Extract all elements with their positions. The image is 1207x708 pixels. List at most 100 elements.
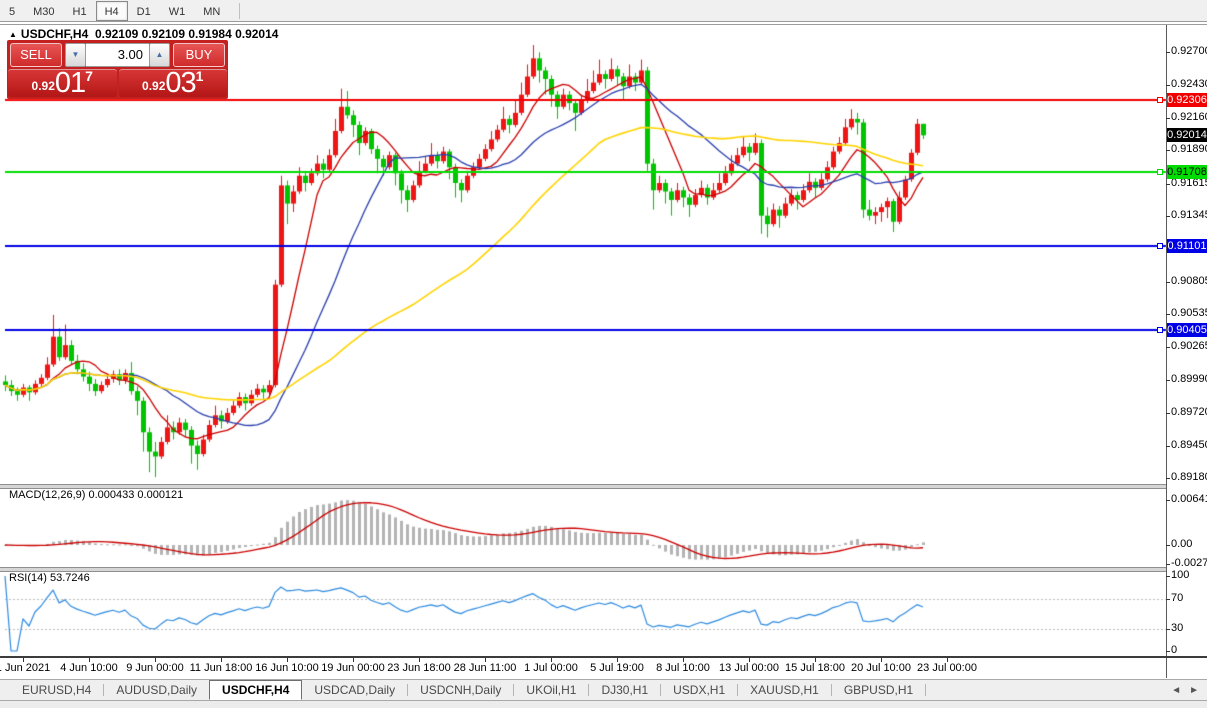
support-line-badge: 0.91708 <box>1167 165 1207 179</box>
price-tick-dash <box>1166 52 1170 53</box>
one-click-trade-panel: SELL ▼ 3.00 ▲ BUY 0.92017 0.92031 <box>7 40 228 99</box>
volume-decrease-button[interactable]: ▼ <box>65 43 86 67</box>
bottom-strip <box>0 701 1207 708</box>
date-label: 13 Jul 00:00 <box>719 662 779 674</box>
date-label: 5 Jul 19:00 <box>590 662 644 674</box>
symbol-label: USDCHF,H4 <box>21 27 88 41</box>
rsi-label: RSI(14) 53.7246 <box>9 572 90 584</box>
price-tick-label: 0.91345 <box>1171 209 1207 221</box>
volume-input[interactable]: 3.00 <box>86 43 149 67</box>
timeframe-button-5[interactable]: 5 <box>0 1 24 21</box>
price-tick-dash <box>1166 282 1170 283</box>
price-tick-dash <box>1166 85 1170 86</box>
date-label: 20 Jul 10:00 <box>851 662 911 674</box>
price-tick-dash <box>1166 150 1170 151</box>
price-tick-label: 0.90805 <box>1171 275 1207 287</box>
timeframe-button-h1[interactable]: H1 <box>64 1 96 21</box>
rsi-axis-tick: 100 <box>1171 569 1207 581</box>
price-tick-label: 0.90265 <box>1171 340 1207 352</box>
tab-ukoil-h1[interactable]: UKOil,H1 <box>514 680 588 700</box>
buy-price-quote[interactable]: 0.92031 <box>119 69 228 97</box>
tabs-scroll-right-icon[interactable]: ► <box>1189 685 1199 696</box>
chart-canvas[interactable] <box>0 0 1207 708</box>
date-label: 1 Jun 2021 <box>0 662 50 674</box>
price-tick-label: 0.89990 <box>1171 373 1207 385</box>
macd-tick-dash <box>1166 500 1170 501</box>
macd-tick-dash <box>1166 564 1170 565</box>
chart-symbol-header: ▲ USDCHF,H4 0.92109 0.92109 0.91984 0.920… <box>9 27 278 41</box>
toolbar-separator <box>239 3 240 19</box>
tab-usdcnh-daily[interactable]: USDCNH,Daily <box>408 680 513 700</box>
price-tick-dash <box>1166 314 1170 315</box>
tabs-scroll-left-icon[interactable]: ◄ <box>1171 685 1181 696</box>
price-axis-border <box>1166 25 1167 678</box>
macd-axis-tick: 0.00 <box>1171 538 1207 550</box>
rsi-tick-dash <box>1166 576 1170 577</box>
rsi-axis-tick: 30 <box>1171 622 1207 634</box>
date-label: 23 Jun 18:00 <box>387 662 451 674</box>
collapse-arrow-icon[interactable]: ▲ <box>9 30 17 39</box>
volume-increase-button[interactable]: ▲ <box>149 43 170 67</box>
macd-axis-tick: 0.006413 <box>1171 493 1207 505</box>
price-tick-dash <box>1166 380 1170 381</box>
date-label: 19 Jun 00:00 <box>321 662 385 674</box>
macd-axis-tick: -0.002728 <box>1171 557 1207 569</box>
buy-button[interactable]: BUY <box>173 43 225 67</box>
sell-price-prefix: 0.92 <box>32 79 55 93</box>
hline-edge-marker[interactable] <box>1157 327 1163 333</box>
price-tick-label: 0.89720 <box>1171 406 1207 418</box>
date-label: 9 Jun 00:00 <box>126 662 184 674</box>
chart-window-border <box>0 24 1207 25</box>
chart-tab-bar: EURUSD,H4AUDUSD,DailyUSDCHF,H4USDCAD,Dai… <box>0 679 1207 701</box>
rsi-tick-dash <box>1166 651 1170 652</box>
price-tick-dash <box>1166 478 1170 479</box>
timeframe-button-w1[interactable]: W1 <box>160 1 195 21</box>
timeframe-toolbar: 5M30H1H4D1W1MN <box>0 0 1207 22</box>
tab-dj30-h1[interactable]: DJ30,H1 <box>589 680 660 700</box>
tab-eurusd-h4[interactable]: EURUSD,H4 <box>10 680 103 700</box>
price-tick-dash <box>1166 347 1170 348</box>
rsi-tick-dash <box>1166 599 1170 600</box>
timeframe-button-m30[interactable]: M30 <box>24 1 63 21</box>
tab-xauusd-h1[interactable]: XAUUSD,H1 <box>738 680 831 700</box>
sell-button[interactable]: SELL <box>10 43 62 67</box>
macd-tick-dash <box>1166 545 1170 546</box>
pane-separator-rsi[interactable] <box>0 567 1166 572</box>
tab-audusd-daily[interactable]: AUDUSD,Daily <box>104 680 209 700</box>
hline-edge-marker[interactable] <box>1157 169 1163 175</box>
hline-edge-marker[interactable] <box>1157 243 1163 249</box>
date-label: 23 Jul 00:00 <box>917 662 977 674</box>
macd-label: MACD(12,26,9) 0.000433 0.000121 <box>9 489 183 501</box>
blue-line-badge-1: 0.91101 <box>1167 239 1207 253</box>
price-tick-dash <box>1166 413 1170 414</box>
buy-price-big: 03 <box>165 70 195 96</box>
tab-usdx-h1[interactable]: USDX,H1 <box>661 680 737 700</box>
sell-price-quote[interactable]: 0.92017 <box>8 69 117 97</box>
hline-edge-marker[interactable] <box>1157 97 1163 103</box>
timeframe-button-h4[interactable]: H4 <box>96 1 128 21</box>
date-label: 1 Jul 00:00 <box>524 662 578 674</box>
price-tick-label: 0.92430 <box>1171 78 1207 90</box>
tab-gbpusd-h1[interactable]: GBPUSD,H1 <box>832 680 925 700</box>
buy-price-pipette: 1 <box>196 68 204 84</box>
price-tick-label: 0.91890 <box>1171 143 1207 155</box>
price-tick-label: 0.92160 <box>1171 111 1207 123</box>
rsi-axis-tick: 0 <box>1171 644 1207 656</box>
date-label: 11 Jun 18:00 <box>190 662 253 674</box>
ohlc-values: 0.92109 0.92109 0.91984 0.92014 <box>95 27 279 41</box>
tab-usdcad-daily[interactable]: USDCAD,Daily <box>302 680 407 700</box>
date-label: 8 Jul 10:00 <box>656 662 710 674</box>
price-tick-label: 0.90535 <box>1171 307 1207 319</box>
price-tick-dash <box>1166 118 1170 119</box>
price-tick-dash <box>1166 216 1170 217</box>
date-label: 16 Jun 10:00 <box>255 662 319 674</box>
sell-price-pipette: 7 <box>85 68 93 84</box>
tab-usdchf-h4[interactable]: USDCHF,H4 <box>209 680 302 700</box>
price-tick-dash <box>1166 184 1170 185</box>
rsi-axis-tick: 70 <box>1171 592 1207 604</box>
tab-separator <box>925 684 926 696</box>
timeframe-button-mn[interactable]: MN <box>194 1 229 21</box>
date-label: 4 Jun 10:00 <box>60 662 118 674</box>
timeframe-button-d1[interactable]: D1 <box>128 1 160 21</box>
resistance-line-badge: 0.92306 <box>1167 93 1207 107</box>
